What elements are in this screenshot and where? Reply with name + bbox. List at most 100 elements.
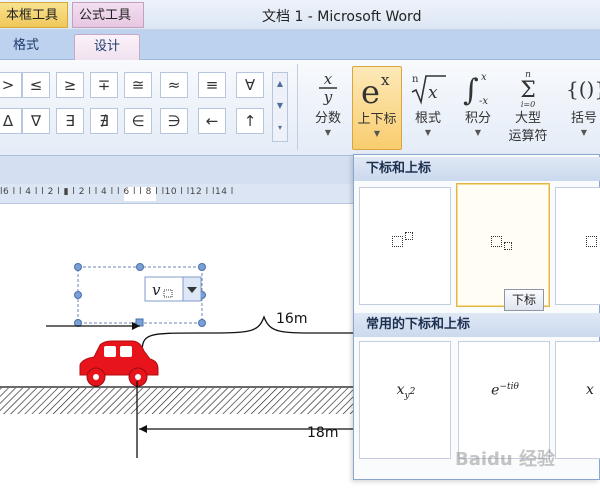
symbol-delta[interactable]: Δ bbox=[0, 108, 22, 134]
large-operator-label-2: 运算符 bbox=[508, 129, 548, 144]
subscript-placeholder bbox=[504, 242, 512, 250]
svg-text:x: x bbox=[324, 70, 333, 88]
symbol-element-of[interactable]: ∈ bbox=[124, 108, 152, 134]
scroll-up-icon[interactable]: ▲ bbox=[273, 73, 287, 95]
tab-design[interactable]: 设计 bbox=[74, 34, 140, 60]
svg-text:x: x bbox=[481, 72, 487, 83]
svg-text:{()}: {()} bbox=[566, 77, 600, 101]
ribbon: > ≤ ≥ ∓ ≅ ≈ ≡ ∀ Δ ∇ ∃ ∄ ∈ ∋ ← ↑ ▲ ▼ ▾ xy… bbox=[0, 60, 600, 156]
resize-handle bbox=[198, 263, 206, 271]
ribbon-bottom-strip bbox=[0, 156, 355, 184]
section-title-common-scripts: 常用的下标和上标 bbox=[354, 313, 600, 337]
ground-hatch bbox=[0, 388, 355, 414]
chevron-down-icon: ▼ bbox=[373, 129, 381, 138]
context-tab-textbox-tools[interactable]: 本框工具 bbox=[0, 2, 68, 28]
symbol-not-exists[interactable]: ∄ bbox=[90, 108, 118, 134]
svg-text:y: y bbox=[323, 88, 333, 106]
equation-variable: v bbox=[152, 281, 161, 299]
section-title-subscript-superscript: 下标和上标 bbox=[354, 157, 600, 181]
scroll-down-icon[interactable]: ▼ bbox=[273, 95, 287, 117]
symbol-minus-plus[interactable]: ∓ bbox=[90, 72, 118, 98]
arrow-head bbox=[139, 425, 147, 433]
bracket-icon: {()} bbox=[560, 66, 600, 110]
chevron-down-icon: ▼ bbox=[324, 128, 332, 137]
bracket-label: 括号 bbox=[570, 111, 597, 126]
distance-label-bottom: 18m bbox=[307, 425, 338, 441]
watermark: Baidu 经验 bbox=[455, 449, 556, 470]
base-placeholder bbox=[491, 236, 502, 247]
distance-label-top: 16m bbox=[276, 311, 307, 327]
symbol-greater-equal[interactable]: ≥ bbox=[56, 72, 84, 98]
symbol-congruent[interactable]: ≅ bbox=[124, 72, 152, 98]
svg-text:n: n bbox=[412, 74, 419, 85]
formula-example-3: x bbox=[586, 382, 594, 398]
script-dropdown-gallery: 下标和上标 下标 常用的下标和上标 xy2 e−tiθ x bbox=[353, 154, 600, 480]
title-bar: 本框工具 公式工具 文档 1 - Microsoft Word bbox=[0, 0, 600, 30]
base-placeholder bbox=[586, 236, 597, 247]
chevron-down-icon: ▼ bbox=[474, 128, 482, 137]
script-icon: ex bbox=[353, 67, 401, 111]
superscript-placeholder bbox=[405, 232, 413, 240]
formula-example-2: e−tiθ bbox=[491, 382, 519, 399]
symbol-up-arrow[interactable]: ↑ bbox=[236, 108, 264, 134]
large-operator-icon: n Σi=0 bbox=[502, 66, 554, 110]
fraction-label: 分数 bbox=[314, 111, 341, 126]
symbol-for-all[interactable]: ∀ bbox=[236, 72, 264, 98]
context-tab-equation-tools[interactable]: 公式工具 bbox=[72, 2, 144, 28]
symbol-less-equal[interactable]: ≤ bbox=[22, 72, 50, 98]
svg-text:-x: -x bbox=[479, 96, 488, 107]
chevron-down-icon: ▼ bbox=[580, 128, 588, 137]
window-title: 文档 1 - Microsoft Word bbox=[262, 9, 422, 25]
resize-handle bbox=[74, 263, 82, 271]
brace-shape bbox=[141, 315, 355, 354]
integral-label: 积分 bbox=[464, 111, 491, 126]
symbol-nabla[interactable]: ∇ bbox=[22, 108, 50, 134]
fraction-icon: xy bbox=[304, 66, 352, 110]
document-canvas[interactable]: v 16m 18m bbox=[0, 205, 355, 500]
car-icon bbox=[79, 340, 159, 387]
gallery-item-e-power[interactable]: e−tiθ bbox=[458, 341, 550, 459]
gallery-item-sub-superscript[interactable] bbox=[555, 187, 600, 305]
svg-text:x: x bbox=[428, 83, 438, 103]
expand-gallery-icon[interactable]: ▾ bbox=[273, 117, 287, 139]
symbol-contains[interactable]: ∋ bbox=[160, 108, 188, 134]
radical-icon: nx bbox=[404, 66, 452, 110]
gallery-item-x-sub-y-squared[interactable]: xy2 bbox=[359, 341, 451, 459]
horizontal-ruler[interactable]: l6 l l 4 l l 2 l ▮ l 2 l l 4 l l 6 l l 8… bbox=[0, 184, 355, 204]
symbol-gallery-scroll: ▲ ▼ ▾ bbox=[272, 72, 288, 142]
resize-handle bbox=[198, 319, 206, 327]
radical-label: 根式 bbox=[414, 111, 441, 126]
chevron-down-icon: ▼ bbox=[424, 128, 432, 137]
symbol-exists[interactable]: ∃ bbox=[56, 108, 84, 134]
resize-handle bbox=[74, 291, 82, 299]
symbol-gallery: > ≤ ≥ ∓ ≅ ≈ ≡ ∀ Δ ∇ ∃ ∄ ∈ ∋ ← ↑ ▲ ▼ ▾ bbox=[0, 66, 290, 150]
fraction-button[interactable]: xy 分数 ▼ bbox=[304, 66, 352, 150]
symbol-approx[interactable]: ≈ bbox=[160, 72, 188, 98]
ribbon-tab-row: 格式 设计 bbox=[0, 30, 600, 60]
base-placeholder bbox=[392, 236, 403, 247]
svg-text:e: e bbox=[361, 73, 380, 109]
svg-text:x: x bbox=[381, 71, 390, 89]
integral-button[interactable]: ∫ x -x 积分 ▼ bbox=[454, 66, 502, 150]
group-separator bbox=[297, 64, 298, 150]
symbol-identical[interactable]: ≡ bbox=[198, 72, 226, 98]
symbol-greater[interactable]: > bbox=[0, 72, 22, 98]
symbol-left-arrow[interactable]: ← bbox=[198, 108, 226, 134]
formula-example-1: xy2 bbox=[396, 382, 416, 401]
integral-icon: ∫ x -x bbox=[454, 66, 502, 110]
svg-text:i=0: i=0 bbox=[521, 100, 535, 108]
gallery-item-superscript[interactable] bbox=[359, 187, 451, 305]
radical-button[interactable]: nx 根式 ▼ bbox=[404, 66, 452, 150]
large-operator-label: 大型 bbox=[514, 111, 541, 126]
script-button[interactable]: ex 上下标 ▼ bbox=[352, 66, 402, 150]
large-operator-button[interactable]: n Σi=0 大型 运算符 bbox=[502, 66, 554, 150]
bracket-button[interactable]: {()} 括号 ▼ bbox=[560, 66, 600, 150]
gallery-item-partial[interactable]: x bbox=[555, 341, 600, 459]
script-label: 上下标 bbox=[357, 112, 397, 127]
drawing: v 16m 18m bbox=[0, 263, 355, 458]
ruler-marks: l6 l l 4 l l 2 l ▮ l 2 l l 4 l l 6 l l 8… bbox=[0, 187, 234, 197]
tooltip-subscript: 下标 bbox=[504, 289, 544, 311]
svg-text:∫: ∫ bbox=[463, 73, 479, 108]
resize-handle bbox=[136, 263, 144, 271]
tab-format[interactable]: 格式 bbox=[0, 34, 52, 60]
